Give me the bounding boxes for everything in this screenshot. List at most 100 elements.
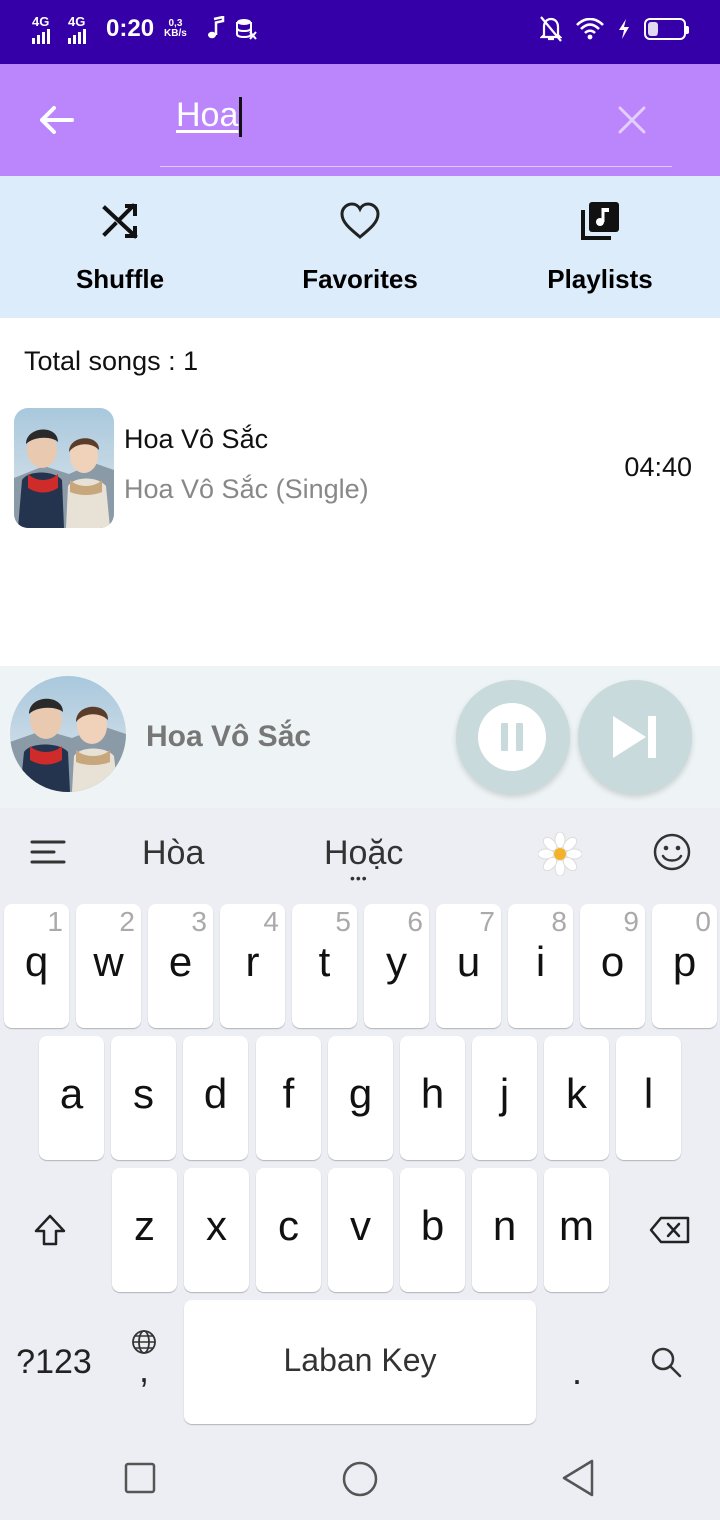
key-q-char: q — [24, 938, 49, 985]
arrow-left-icon[interactable] — [36, 100, 76, 140]
song-album: Hoa Vô Sắc (Single) — [124, 474, 369, 504]
close-icon[interactable] — [616, 104, 648, 136]
key-r-char: r — [245, 938, 260, 985]
album-cover — [14, 408, 114, 528]
key-y[interactable]: 6y — [364, 904, 429, 1028]
search-key[interactable] — [628, 1300, 704, 1424]
key-z[interactable]: z — [112, 1168, 177, 1292]
menu-icon[interactable] — [30, 838, 66, 868]
battery-level: 26 — [657, 21, 673, 37]
status-right: 26 — [540, 16, 689, 42]
key-a[interactable]: a — [39, 1036, 104, 1160]
key-b[interactable]: b — [400, 1168, 465, 1292]
space-key[interactable]: Laban Key — [184, 1300, 536, 1424]
shift-icon — [34, 1214, 66, 1246]
key-w-char: w — [93, 938, 124, 985]
music-note-icon — [207, 16, 225, 39]
key-p[interactable]: 0p — [652, 904, 717, 1028]
key-v[interactable]: v — [328, 1168, 393, 1292]
period-key-label: . — [571, 1351, 582, 1392]
keyboard: Hòa Hoặc ••• 1q 2w 3e 4r 5t 6y 7u 8i 9o … — [0, 808, 720, 1440]
flower-sticker-icon[interactable] — [538, 832, 582, 876]
key-h[interactable]: h — [400, 1036, 465, 1160]
key-n[interactable]: n — [472, 1168, 537, 1292]
key-q[interactable]: 1q — [4, 904, 69, 1028]
song-duration: 04:40 — [624, 452, 692, 482]
key-s[interactable]: s — [111, 1036, 176, 1160]
key-m-char: m — [559, 1202, 594, 1249]
key-u[interactable]: 7u — [436, 904, 501, 1028]
key-u-num: 7 — [479, 906, 495, 937]
total-songs: Total songs : 1 — [24, 346, 199, 376]
key-m[interactable]: m — [544, 1168, 609, 1292]
action-bar: Shuffle Favorites Playlists — [0, 176, 720, 318]
heart-icon — [340, 202, 380, 239]
key-f-char: f — [282, 1070, 295, 1117]
key-n-char: n — [492, 1202, 517, 1249]
suggestion-1[interactable]: Hòa — [142, 808, 204, 898]
song-title: Hoa Vô Sắc — [124, 424, 269, 454]
search-input[interactable]: Hoa — [176, 96, 243, 138]
text-cursor — [239, 97, 243, 138]
search-query: Hoa — [176, 96, 239, 134]
symbols-key-label: ?123 — [16, 1342, 92, 1381]
key-a-char: a — [59, 1070, 84, 1117]
key-g[interactable]: g — [328, 1036, 393, 1160]
key-k[interactable]: k — [544, 1036, 609, 1160]
playlists-label: Playlists — [547, 264, 653, 294]
speed-unit: KB/s — [164, 28, 187, 39]
song-row[interactable]: Hoa Vô Sắc Hoa Vô Sắc (Single) 04:40 — [0, 400, 720, 536]
suggestion-2-text: Hoặc — [324, 833, 404, 872]
search-bar: Hoa — [0, 64, 720, 176]
key-i-num: 8 — [551, 906, 567, 937]
key-x[interactable]: x — [184, 1168, 249, 1292]
key-d[interactable]: d — [183, 1036, 248, 1160]
comma-key[interactable]: , — [112, 1300, 176, 1424]
symbols-key[interactable]: ?123 — [6, 1300, 102, 1424]
favorites-label: Favorites — [302, 264, 418, 294]
emoji-icon[interactable] — [652, 832, 692, 872]
key-e-char: e — [168, 938, 193, 985]
key-i[interactable]: 8i — [508, 904, 573, 1028]
key-o[interactable]: 9o — [580, 904, 645, 1028]
recents-icon[interactable] — [124, 1462, 156, 1494]
key-s-char: s — [133, 1070, 154, 1117]
key-w[interactable]: 2w — [76, 904, 141, 1028]
back-nav-icon[interactable] — [560, 1458, 596, 1498]
key-c-char: c — [278, 1202, 299, 1249]
key-c[interactable]: c — [256, 1168, 321, 1292]
data-icon — [235, 19, 257, 40]
playlists-button[interactable]: Playlists — [480, 176, 720, 318]
key-r[interactable]: 4r — [220, 904, 285, 1028]
home-icon[interactable] — [341, 1460, 379, 1498]
key-r-num: 4 — [263, 906, 279, 937]
key-p-num: 0 — [695, 906, 711, 937]
period-key[interactable]: . — [546, 1300, 608, 1424]
wifi-icon — [576, 18, 604, 40]
shift-key[interactable] — [12, 1168, 88, 1292]
key-g-char: g — [348, 1070, 373, 1117]
key-z-char: z — [134, 1202, 155, 1249]
network-type-2: 4G — [68, 14, 86, 29]
key-h-char: h — [420, 1070, 445, 1117]
pause-button[interactable] — [456, 680, 570, 794]
key-e[interactable]: 3e — [148, 904, 213, 1028]
key-y-num: 6 — [407, 906, 423, 937]
favorites-button[interactable]: Favorites — [240, 176, 480, 318]
network-speed: 0,3 KB/s — [164, 19, 187, 39]
more-suggestions-indicator: ••• — [350, 870, 368, 886]
next-button[interactable] — [578, 680, 692, 794]
mini-player[interactable]: Hoa Vô Sắc — [0, 666, 720, 808]
cell-signal-1: 4G — [30, 14, 58, 44]
key-j[interactable]: j — [472, 1036, 537, 1160]
key-o-char: o — [600, 938, 625, 985]
shuffle-button[interactable]: Shuffle — [0, 176, 240, 318]
mute-notification-icon — [540, 16, 562, 42]
key-l[interactable]: l — [616, 1036, 681, 1160]
key-t[interactable]: 5t — [292, 904, 357, 1028]
key-f[interactable]: f — [256, 1036, 321, 1160]
search-icon — [651, 1347, 682, 1378]
backspace-key[interactable] — [632, 1168, 708, 1292]
skip-next-icon — [613, 716, 656, 758]
key-k-char: k — [566, 1070, 587, 1117]
